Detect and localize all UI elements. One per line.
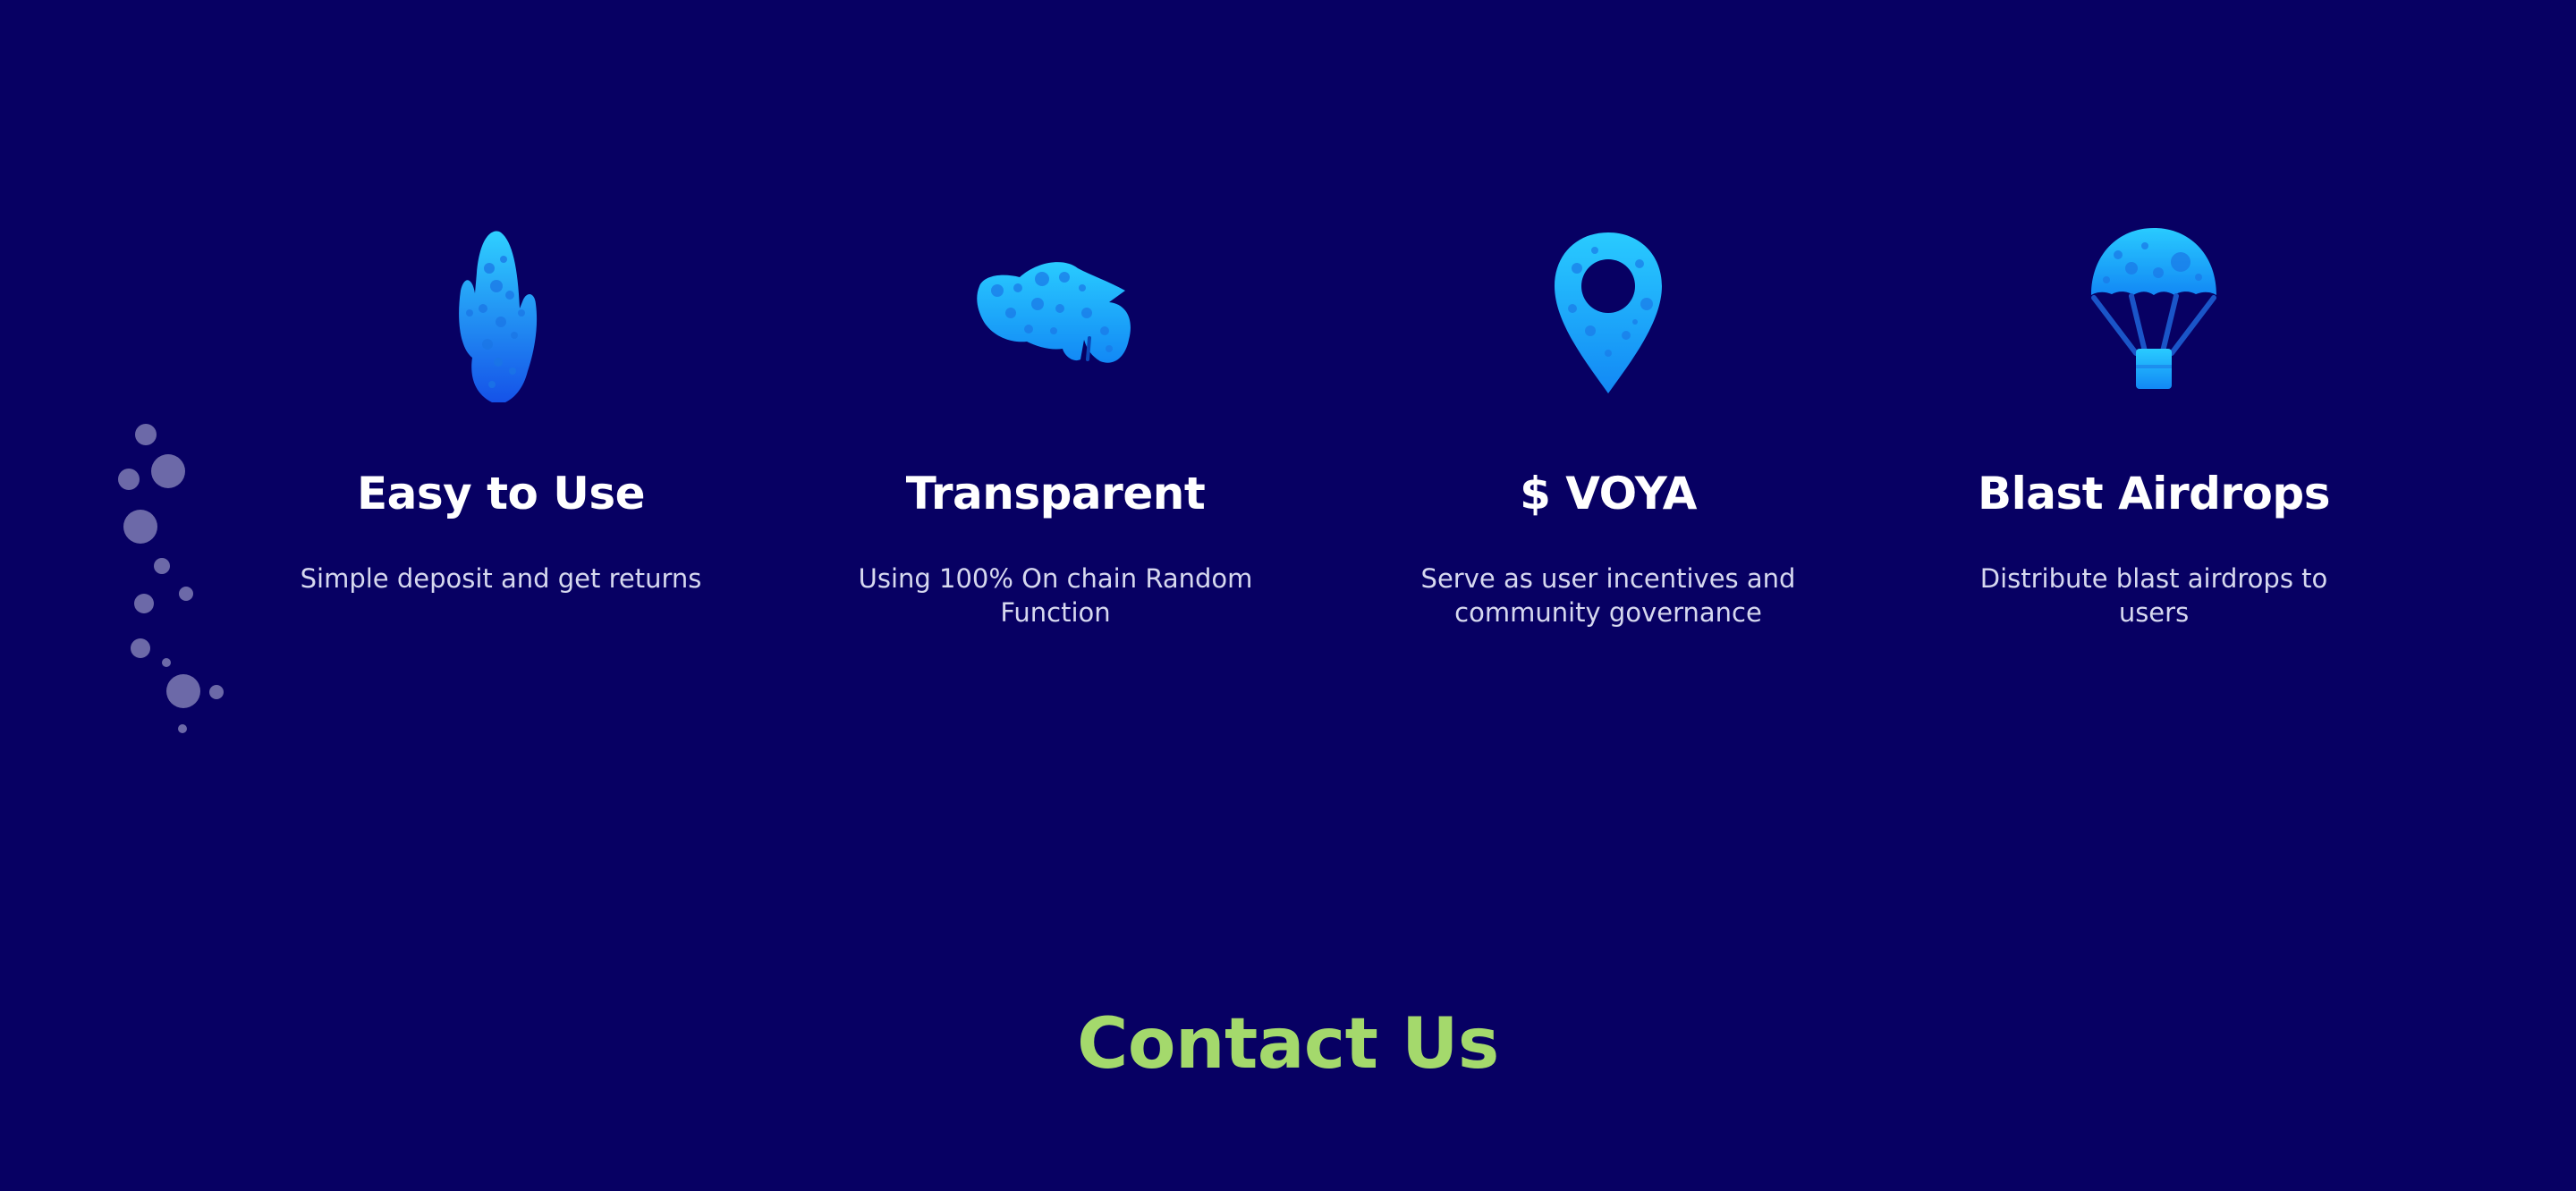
feature-description-line: Function <box>1000 597 1111 628</box>
feature-description: Simple deposit and get returns <box>301 562 702 596</box>
parachute-icon <box>2064 224 2243 402</box>
contact-us-heading: Contact Us <box>1077 1004 1499 1085</box>
feature-title: Transparent <box>905 468 1206 519</box>
coral-icon <box>411 224 590 402</box>
feature-description-line: Using 100% On chain Random <box>858 563 1253 594</box>
bubble <box>178 724 187 733</box>
feature-description-line: Serve as user incentives and <box>1420 563 1796 594</box>
feature-description-line: Simple deposit and get returns <box>300 563 702 594</box>
features-section: Easy to Use Simple deposit and get retur… <box>0 0 2576 715</box>
location-pin-icon <box>1519 224 1698 402</box>
feature-description-line: Distribute blast airdrops to <box>1979 563 2328 594</box>
feature-description-line: users <box>2118 597 2190 628</box>
feature-title: Blast Airdrops <box>1978 468 2330 519</box>
feature-description-line: community governance <box>1454 597 1762 628</box>
fish-icon <box>966 224 1145 402</box>
feature-title: Easy to Use <box>356 468 646 519</box>
feature-title: $ VOYA <box>1520 468 1697 519</box>
feature-description: Distribute blast airdrops to users <box>1980 562 2328 629</box>
feature-description: Serve as user incentives and community g… <box>1421 562 1796 629</box>
feature-description: Using 100% On chain Random Function <box>859 562 1253 629</box>
